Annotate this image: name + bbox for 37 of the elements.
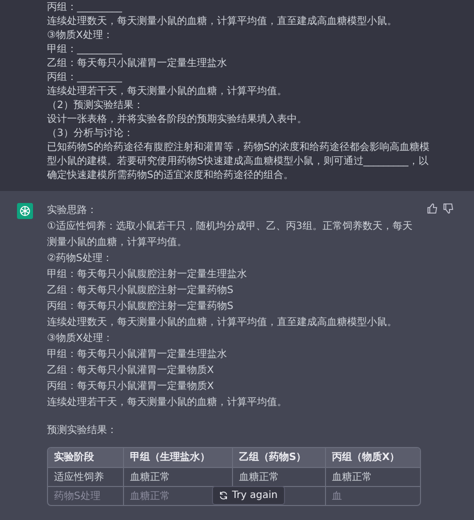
question-text: 丙组：_________	[47, 71, 123, 85]
answer-text: 丙组：每天每只小鼠灌胃一定量物质X	[47, 380, 215, 394]
question-text: 甲组：_________	[47, 43, 123, 57]
column-header: 甲组（生理盐水）	[124, 448, 233, 467]
table-cell: 适应性饲养	[48, 468, 124, 486]
column-header: 实验阶段	[48, 448, 124, 467]
question-text: 连续处理数天，每天测量小鼠的血糖，计算平均值，直至建成高血糖模型小鼠。	[47, 15, 398, 29]
column-header: 乙组（药物S）	[233, 448, 326, 467]
answer-text: 乙组：每天每只小鼠灌胃一定量物质X	[47, 364, 215, 378]
question-text: 连续处理若干天，每天测量小鼠的血糖，计算平均值。	[47, 85, 288, 99]
answer-text: 甲组：每天每只小鼠腹腔注射一定量生理盐水	[47, 268, 248, 282]
question-text: （3）分析与讨论：	[47, 127, 134, 141]
answer-text: 连续处理若干天，每天测量小鼠的血糖，计算平均值。	[47, 396, 288, 410]
question-text: 乙组：每天每只小鼠灌胃一定量生理盐水	[47, 57, 228, 71]
answer-text: 甲组：每天每只小鼠灌胃一定量生理盐水	[47, 348, 228, 362]
assistant-avatar-icon	[17, 203, 33, 219]
try-again-button[interactable]: Try again	[212, 486, 285, 505]
answer-text: 乙组：每天每只小鼠腹腔注射一定量药物S	[47, 284, 234, 298]
table-cell: 药物S处理	[48, 487, 124, 505]
question-text: 设计一张表格，并将实验各阶段的预期实验结果填入表中。	[47, 113, 308, 127]
thumbs-down-icon[interactable]	[443, 203, 454, 214]
table-cell-text: 血糖正常	[331, 470, 373, 484]
answer-text: 丙组：每天每只小鼠腹腔注射一定量药物S	[47, 300, 234, 314]
answer-subheading: 预测实验结果：	[47, 424, 118, 438]
question-text: 丙组：_________	[47, 1, 123, 15]
answer-text: ①适应性饲养：选取小鼠若干只，随机均分成甲、乙、丙3组。正常饲养数天，每天测量小鼠的血糖，计算平均值。	[47, 220, 414, 250]
question-text: （2）预测实验结果：	[47, 99, 144, 113]
question-text: 已知药物S的给药途径有腹腔注射和灌胃等，药物S的浓度和给药途径都会影响高血糖模型小鼠的建模。若要研究使用药物S快速建成高血糖模型小鼠，则可通过_________，以确定快速建模所需药物S的适宜浓度和给药途径的组合。	[47, 141, 431, 183]
answer-text: ③物质X处理：	[47, 332, 114, 346]
column-header: 丙组（物质X）	[331, 450, 401, 465]
table-cell-text: 血	[331, 490, 343, 504]
answer-text: 实验思路：	[47, 204, 98, 218]
thumbs-up-icon[interactable]	[427, 203, 438, 214]
question-text: ③物质X处理：	[47, 29, 114, 43]
refresh-icon	[219, 491, 228, 500]
answer-text: ②药物S处理：	[47, 252, 114, 266]
answer-text: 连续处理数天，每天测量小鼠的血糖，计算平均值，直至建成高血糖模型小鼠。	[47, 316, 398, 330]
